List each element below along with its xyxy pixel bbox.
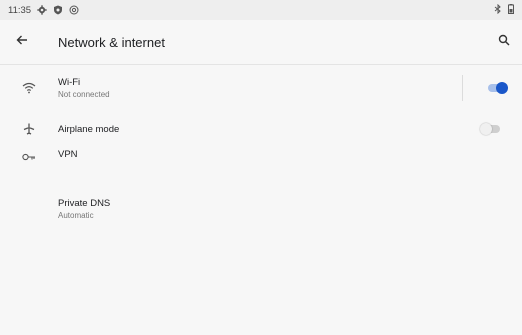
settings-list: Wi-Fi Not connected Airplane mode VPN Pr… — [0, 65, 522, 221]
battery-icon — [508, 4, 514, 16]
vpn-text: VPN — [58, 147, 78, 161]
vertical-divider — [462, 75, 463, 101]
status-bar: 11:35 — [0, 0, 522, 20]
wifi-row[interactable]: Wi-Fi Not connected — [0, 65, 522, 111]
vpn-row[interactable]: VPN — [0, 147, 522, 197]
wifi-title: Wi-Fi — [58, 77, 81, 88]
private-dns-title: Private DNS — [58, 198, 111, 209]
wifi-icon — [0, 82, 58, 94]
page-title: Network & internet — [58, 34, 165, 50]
airplane-icon — [0, 123, 58, 135]
wifi-subtitle: Not connected — [58, 90, 110, 99]
airplane-toggle[interactable] — [480, 122, 502, 136]
back-button[interactable] — [0, 20, 44, 64]
airplane-title: Airplane mode — [58, 123, 120, 135]
status-time: 11:35 — [8, 4, 32, 16]
wifi-toggle[interactable] — [486, 81, 508, 95]
at-sign-icon — [69, 5, 79, 15]
private-dns-text: Private DNS Automatic — [58, 197, 110, 221]
vpn-title: VPN — [58, 149, 78, 160]
private-dns-subtitle: Automatic — [58, 211, 94, 220]
airplane-mode-row[interactable]: Airplane mode — [0, 111, 522, 147]
airplane-text: Airplane mode — [58, 123, 119, 136]
gear-icon — [37, 5, 47, 15]
private-dns-row[interactable]: Private DNS Automatic — [0, 197, 522, 221]
arrow-left-icon — [16, 33, 28, 51]
shield-icon — [53, 5, 63, 15]
wifi-text: Wi-Fi Not connected — [58, 76, 110, 100]
search-button[interactable] — [490, 20, 518, 64]
search-icon — [498, 33, 510, 51]
key-icon — [0, 147, 58, 161]
bluetooth-icon — [494, 3, 502, 16]
app-bar: Network & internet — [0, 20, 522, 65]
